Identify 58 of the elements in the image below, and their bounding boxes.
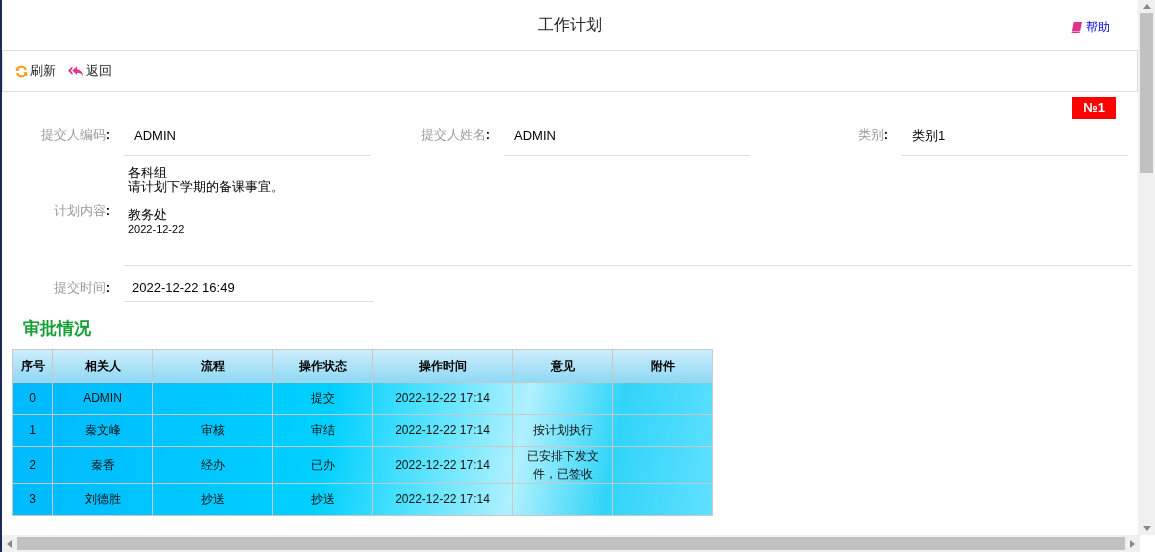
refresh-icon: [15, 64, 28, 78]
field-label: 提交人编码:: [39, 126, 110, 144]
table-cell: 2022-12-22 17:14: [372, 483, 513, 515]
table-cell: 审结: [272, 414, 373, 446]
table-cell: 刘德胜: [52, 483, 153, 515]
column-header: 附件: [612, 349, 713, 382]
table-cell: 2: [12, 446, 53, 483]
field-value: ADMIN: [124, 125, 370, 156]
back-button[interactable]: 返回: [68, 61, 112, 81]
table-cell: 抄送: [152, 483, 273, 515]
number-badge: №1: [1072, 97, 1116, 119]
content-line: 请计划下学期的备课事宜。: [128, 180, 284, 194]
scroll-left-icon[interactable]: [7, 539, 12, 548]
column-header: 操作状态: [272, 349, 373, 382]
column-header: 相关人: [52, 349, 153, 382]
table-cell: 已办: [272, 446, 373, 483]
content-date: 2022-12-22: [128, 222, 186, 236]
content-line: 各科组: [128, 166, 168, 180]
reply-all-icon: [68, 64, 84, 78]
refresh-button[interactable]: 刷新: [15, 61, 56, 81]
section-title: 审批情况: [23, 318, 92, 340]
table-cell: 抄送: [272, 483, 373, 515]
field-value: 类别1: [902, 125, 1128, 156]
scroll-right-icon[interactable]: [1130, 539, 1135, 548]
table-cell: 3: [12, 483, 53, 515]
table-cell: 按计划执行: [512, 414, 613, 446]
field-value: ADMIN: [504, 125, 750, 156]
table-cell: 2022-12-22 17:14: [372, 414, 513, 446]
column-header: 操作时间: [372, 349, 513, 382]
page-title: 工作计划: [538, 15, 602, 35]
scrollbar-thumb[interactable]: [1140, 13, 1153, 173]
help-link[interactable]: 帮助: [1071, 18, 1110, 36]
book-icon: [1071, 21, 1082, 33]
table-cell: 经办: [152, 446, 273, 483]
field-value: 2022-12-22 16:49: [124, 278, 374, 302]
table-cell: 审核: [152, 414, 273, 446]
column-header: 意见: [512, 349, 613, 382]
scroll-down-icon[interactable]: [1142, 526, 1151, 531]
table-cell: 1: [12, 414, 53, 446]
field-label: 提交时间:: [52, 279, 110, 297]
table-cell: 0: [12, 382, 53, 414]
scroll-up-icon[interactable]: [1142, 4, 1151, 9]
table-cell: 提交: [272, 382, 373, 414]
signature: 教务处: [128, 208, 168, 222]
horizontal-scrollbar[interactable]: [2, 535, 1140, 552]
table-cell: 2022-12-22 17:14: [372, 446, 513, 483]
field-label: 提交人姓名:: [419, 126, 490, 144]
scrollbar-thumb[interactable]: [17, 537, 1125, 550]
table-cell: 2022-12-22 17:14: [372, 382, 513, 414]
table-cell: 秦香: [52, 446, 153, 483]
field-label: 计划内容:: [52, 202, 110, 220]
table-cell: 秦文峰: [52, 414, 153, 446]
column-header: 流程: [152, 349, 273, 382]
column-header: 序号: [12, 349, 53, 382]
field-label: 类别:: [856, 126, 888, 144]
table-cell: ADMIN: [52, 382, 153, 414]
vertical-scrollbar[interactable]: [1138, 0, 1155, 535]
table-cell: 已安排下发文件，已签收: [512, 446, 613, 483]
